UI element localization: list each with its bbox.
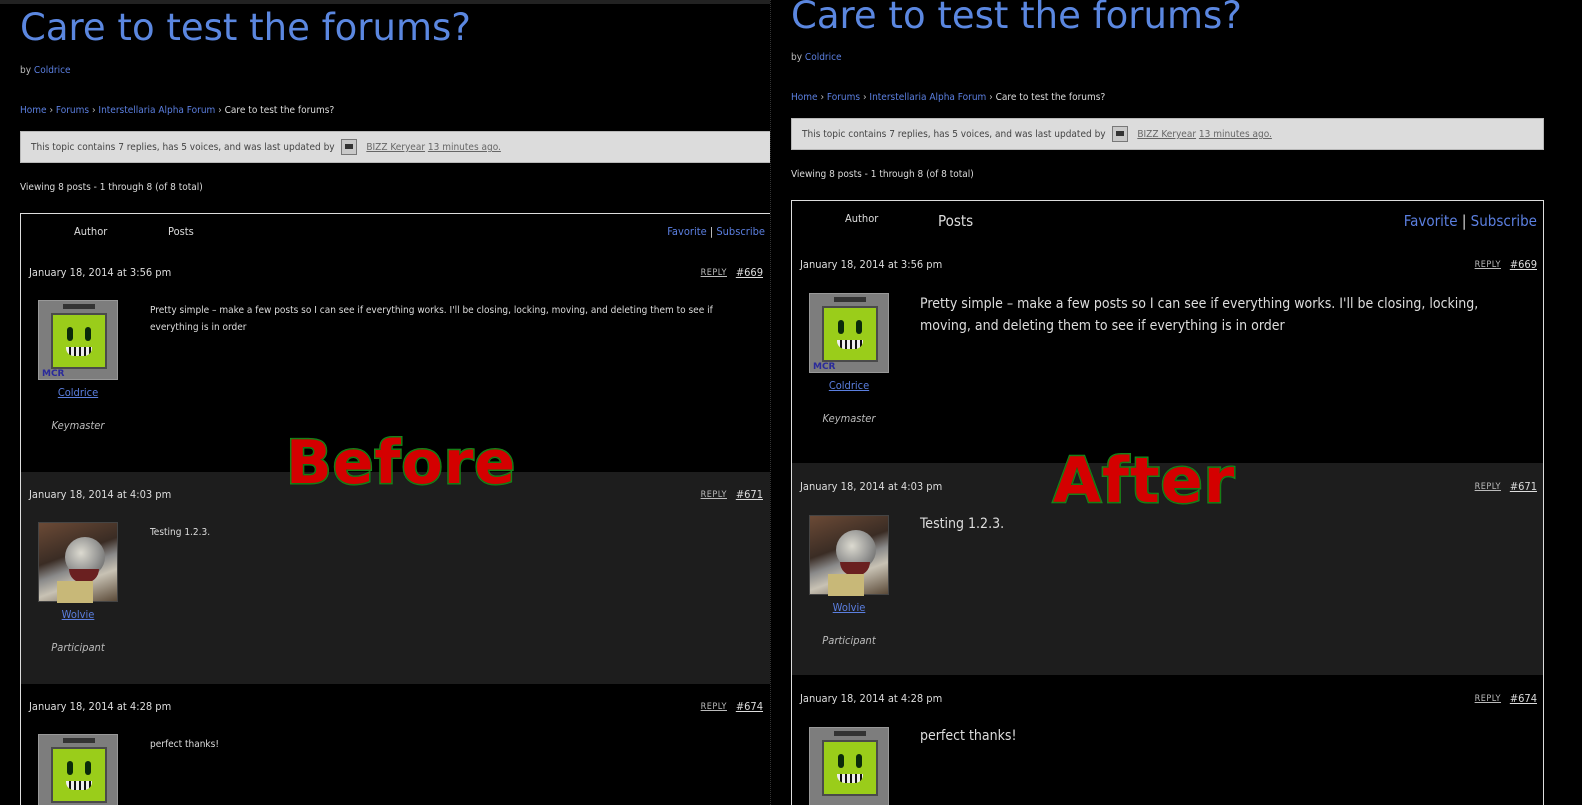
favorite-link[interactable]: Favorite: [667, 225, 706, 238]
author-role: Participant: [822, 634, 876, 647]
post-date: January 18, 2014 at 4:03 pm: [800, 480, 943, 493]
breadcrumb-current: Care to test the forums?: [224, 105, 335, 116]
breadcrumb-home[interactable]: Home: [20, 105, 47, 116]
forum-posts: Author Posts Favorite | Subscribe Januar…: [20, 213, 770, 805]
post-content: perfect thanks!: [150, 739, 219, 750]
author-role: Keymaster: [822, 412, 876, 425]
post-author-link[interactable]: Wolvie: [809, 601, 889, 614]
breadcrumb: Home › Forums › Interstellaria Alpha For…: [20, 105, 334, 116]
notice-text: This topic contains 7 replies, has 5 voi…: [31, 142, 335, 153]
post-date: January 18, 2014 at 4:28 pm: [29, 700, 172, 713]
post-content: perfect thanks!: [920, 728, 1017, 744]
post-author-link[interactable]: Wolvie: [38, 608, 118, 621]
notice-time-link[interactable]: 13 minutes ago.: [1199, 129, 1272, 140]
post-permalink[interactable]: #669: [1510, 258, 1537, 271]
before-overlay-label: Before: [284, 427, 517, 500]
reply-link[interactable]: REPLY: [1475, 482, 1501, 492]
post-content: Pretty simple – make a few posts so I ca…: [920, 296, 1479, 334]
post-item: January 18, 2014 at 4:03 pm REPLY #671 W…: [21, 472, 770, 684]
reply-link[interactable]: REPLY: [701, 702, 727, 712]
before-pane: Care to test the forums? by Coldrice Hom…: [0, 0, 770, 805]
page-title: Care to test the forums?: [20, 6, 471, 49]
reply-link[interactable]: REPLY: [701, 268, 727, 278]
robot-avatar-icon[interactable]: [809, 727, 889, 805]
post-item: January 18, 2014 at 3:56 pm REPLY #669 M…: [792, 241, 1543, 463]
post-content: Testing 1.2.3.: [150, 527, 211, 538]
column-posts: Posts: [938, 212, 974, 230]
robot-avatar-icon[interactable]: [38, 734, 118, 805]
reply-link[interactable]: REPLY: [1475, 260, 1501, 270]
user-mini-avatar-icon: [1112, 126, 1129, 142]
author-role: Keymaster: [51, 419, 105, 432]
reply-link[interactable]: REPLY: [701, 490, 727, 500]
breadcrumb-separator: ›: [862, 92, 867, 103]
viewing-count: Viewing 8 posts - 1 through 8 (of 8 tota…: [20, 182, 203, 193]
robot-avatar-icon[interactable]: MCR: [809, 293, 889, 373]
post-author-link[interactable]: Coldrice: [809, 379, 889, 392]
author-role: Participant: [51, 641, 105, 654]
reply-link[interactable]: REPLY: [1475, 694, 1501, 704]
breadcrumb-separator: ›: [218, 105, 222, 116]
viewing-count: Viewing 8 posts - 1 through 8 (of 8 tota…: [791, 169, 974, 180]
avatar-tag: MCR: [42, 369, 65, 379]
post-permalink[interactable]: #674: [1510, 692, 1537, 705]
page-title: Care to test the forums?: [791, 0, 1242, 37]
column-author: Author: [845, 212, 879, 225]
subscribe-link[interactable]: Subscribe: [1471, 212, 1537, 230]
after-overlay-label: After: [1051, 443, 1236, 519]
user-mini-avatar-icon: [341, 139, 358, 155]
notice-time-link[interactable]: 13 minutes ago.: [428, 142, 501, 153]
post-content: Pretty simple – make a few posts so I ca…: [150, 305, 713, 333]
post-permalink[interactable]: #671: [1510, 480, 1537, 493]
notice-user-link[interactable]: BIZZ Keryear: [366, 142, 425, 153]
wolf-photo-avatar-icon[interactable]: [809, 515, 889, 596]
notice-user-link[interactable]: BIZZ Keryear: [1137, 129, 1196, 140]
post-item: January 18, 2014 at 4:28 pm REPLY #674 p…: [21, 684, 770, 805]
byline: by Coldrice: [791, 52, 842, 63]
avatar-tag: MCR: [813, 362, 836, 372]
topic-actions: Favorite | Subscribe: [1404, 212, 1537, 230]
topic-actions: Favorite | Subscribe: [667, 225, 765, 238]
post-date: January 18, 2014 at 3:56 pm: [800, 258, 943, 271]
byline: by Coldrice: [20, 65, 71, 76]
breadcrumb-forum[interactable]: Interstellaria Alpha Forum: [98, 105, 215, 116]
byline-author-link[interactable]: Coldrice: [34, 65, 71, 76]
breadcrumb-forums[interactable]: Forums: [827, 92, 860, 103]
column-author: Author: [74, 225, 108, 238]
breadcrumb-forum[interactable]: Interstellaria Alpha Forum: [869, 92, 986, 103]
topic-info-notice: This topic contains 7 replies, has 5 voi…: [20, 131, 770, 163]
breadcrumb: Home › Forums › Interstellaria Alpha For…: [791, 92, 1105, 103]
breadcrumb-separator: ›: [91, 105, 96, 116]
forum-header: Author Posts Favorite | Subscribe: [792, 201, 1543, 241]
post-permalink[interactable]: #671: [736, 488, 763, 501]
post-item: January 18, 2014 at 4:28 pm REPLY #674 p…: [792, 675, 1543, 805]
post-permalink[interactable]: #669: [736, 266, 763, 279]
post-date: January 18, 2014 at 4:03 pm: [29, 488, 172, 501]
breadcrumb-home[interactable]: Home: [791, 92, 818, 103]
breadcrumb-separator: ›: [820, 92, 825, 103]
breadcrumb-separator: ›: [49, 105, 54, 116]
byline-prefix: by: [791, 52, 803, 63]
robot-avatar-icon[interactable]: MCR: [38, 300, 118, 380]
byline-author-link[interactable]: Coldrice: [805, 52, 842, 63]
post-author-link[interactable]: Coldrice: [38, 386, 118, 399]
after-pane: Care to test the forums? by Coldrice Hom…: [778, 0, 1582, 805]
wolf-photo-avatar-icon[interactable]: [38, 522, 118, 603]
subscribe-link[interactable]: Subscribe: [716, 225, 765, 238]
post-permalink[interactable]: #674: [736, 700, 763, 713]
post-date: January 18, 2014 at 4:28 pm: [800, 692, 943, 705]
notice-text: This topic contains 7 replies, has 5 voi…: [802, 129, 1106, 140]
breadcrumb-forums[interactable]: Forums: [56, 105, 89, 116]
byline-prefix: by: [20, 65, 32, 76]
breadcrumb-current: Care to test the forums?: [995, 92, 1106, 103]
post-date: January 18, 2014 at 3:56 pm: [29, 266, 172, 279]
breadcrumb-separator: ›: [989, 92, 993, 103]
column-posts: Posts: [168, 225, 194, 238]
topic-info-notice: This topic contains 7 replies, has 5 voi…: [791, 118, 1544, 150]
actions-separator: |: [709, 225, 714, 238]
actions-separator: |: [1461, 212, 1467, 230]
forum-header: Author Posts Favorite | Subscribe: [21, 214, 770, 254]
favorite-link[interactable]: Favorite: [1404, 212, 1458, 230]
